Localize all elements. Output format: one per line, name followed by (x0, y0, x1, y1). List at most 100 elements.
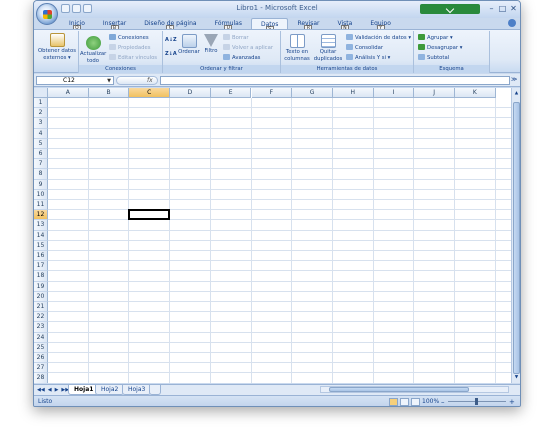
consolidate-button[interactable]: Consolidar (346, 44, 383, 52)
tab-equipo[interactable]: EquipoY (361, 18, 400, 32)
properties-button[interactable]: Propiedades (109, 44, 151, 52)
insert-sheet-icon[interactable] (149, 385, 161, 395)
row-header[interactable]: 27 (34, 363, 48, 374)
sheet-nav-icon[interactable]: ◀ (48, 387, 52, 393)
subtotal-button[interactable]: Subtotal (418, 54, 449, 62)
row-header[interactable]: 14 (34, 230, 48, 241)
row-header[interactable]: 2 (34, 108, 48, 119)
row-header[interactable]: 10 (34, 189, 48, 200)
clear-button[interactable]: Borrar (223, 34, 249, 42)
remove-duplicates-button[interactable]: Quitar duplicados (313, 34, 343, 62)
tab-f-rmulas[interactable]: FórmulasU (206, 18, 251, 32)
select-all-button[interactable] (34, 88, 48, 98)
name-box[interactable]: C12 ▼ (36, 76, 114, 85)
sort-descending-button[interactable]: Z↓A (165, 51, 177, 58)
sheet-tab[interactable]: Hoja3 (122, 385, 152, 395)
text-to-columns-button[interactable]: Texto en columnas (283, 34, 311, 62)
chevron-down-icon[interactable]: ▼ (107, 77, 111, 85)
get-external-data-button[interactable]: Obtener datos externos ▾ (36, 33, 78, 61)
row-header[interactable]: 15 (34, 240, 48, 251)
minimize-button[interactable]: – (486, 3, 497, 14)
tab-datos[interactable]: DatosS (250, 18, 289, 33)
horizontal-scrollbar[interactable] (320, 386, 509, 393)
row-header[interactable]: 12 (34, 210, 48, 221)
customize-icon[interactable] (94, 4, 99, 13)
zoom-out-button[interactable]: – (441, 396, 445, 406)
maximize-button[interactable]: □ (497, 3, 508, 14)
row-header[interactable]: 3 (34, 118, 48, 129)
download-indicator[interactable] (420, 4, 480, 14)
column-header[interactable]: K (455, 88, 496, 98)
page-break-view-icon[interactable] (411, 398, 420, 406)
column-header[interactable]: B (88, 88, 130, 98)
column-header[interactable]: H (332, 88, 374, 98)
edit-links-button[interactable]: Editar vínculos (109, 54, 157, 62)
tab-dise-o-de-p-gina[interactable]: Diseño de páginaC (135, 18, 205, 32)
row-header[interactable]: 20 (34, 291, 48, 302)
sort-ascending-button[interactable]: A↓Z (165, 37, 177, 44)
formula-input[interactable] (160, 76, 510, 85)
row-header[interactable]: 7 (34, 159, 48, 170)
row-header[interactable]: 8 (34, 169, 48, 180)
tab-vista[interactable]: VistaN (329, 18, 362, 32)
row-header[interactable]: 16 (34, 251, 48, 262)
advanced-filter-button[interactable]: Avanzadas (223, 54, 260, 62)
vertical-scroll-thumb[interactable] (513, 102, 520, 374)
refresh-all-button[interactable]: Actualizar todo (80, 36, 106, 64)
connections-button[interactable]: Conexiones (109, 34, 149, 42)
column-header[interactable]: E (210, 88, 252, 98)
row-header[interactable]: 5 (34, 138, 48, 149)
row-header[interactable]: 6 (34, 149, 48, 160)
row-header[interactable]: 28 (34, 373, 48, 383)
zoom-slider-knob[interactable] (475, 398, 478, 405)
row-header[interactable]: 11 (34, 200, 48, 211)
zoom-slider[interactable] (448, 398, 506, 405)
sheet-nav-icon[interactable]: ◀◀ (37, 387, 45, 393)
tab-revisar[interactable]: RevisarR (288, 18, 328, 32)
row-header[interactable]: 21 (34, 302, 48, 313)
close-button[interactable]: ✕ (508, 3, 519, 14)
row-header[interactable]: 18 (34, 271, 48, 282)
sheet-tab[interactable]: Hoja2 (95, 385, 125, 395)
office-button[interactable] (36, 3, 58, 25)
help-icon[interactable] (508, 19, 516, 27)
row-header[interactable]: 9 (34, 179, 48, 190)
horizontal-scroll-thumb[interactable] (329, 387, 469, 392)
normal-view-icon[interactable] (389, 398, 398, 406)
page-layout-view-icon[interactable] (400, 398, 409, 406)
column-header[interactable]: G (292, 88, 333, 98)
row-header[interactable]: 17 (34, 261, 48, 272)
column-header[interactable]: A (48, 88, 89, 98)
sheet-nav-icon[interactable]: ▶ (55, 387, 59, 393)
row-header[interactable]: 26 (34, 353, 48, 364)
undo-icon[interactable] (72, 4, 81, 13)
what-if-button[interactable]: Análisis Y si ▾ (346, 54, 390, 62)
scroll-down-icon[interactable]: ▼ (513, 374, 520, 381)
scroll-up-icon[interactable]: ▲ (513, 90, 520, 97)
row-header[interactable]: 4 (34, 128, 48, 139)
row-header[interactable]: 19 (34, 281, 48, 292)
column-header[interactable]: F (251, 88, 293, 98)
row-header[interactable]: 1 (34, 98, 48, 109)
tab-inicio[interactable]: InicioO (60, 18, 94, 32)
row-header[interactable]: 25 (34, 342, 48, 353)
reapply-button[interactable]: Volver a aplicar (223, 44, 273, 52)
column-header[interactable]: C (129, 88, 171, 98)
row-header[interactable]: 24 (34, 332, 48, 343)
redo-icon[interactable] (83, 4, 92, 13)
expand-formula-icon[interactable]: ≫ (511, 76, 518, 85)
column-header[interactable]: I (373, 88, 415, 98)
filter-button[interactable]: Filtro (201, 34, 221, 55)
ungroup-button[interactable]: Desagrupar ▾ (418, 44, 462, 52)
zoom-in-button[interactable]: + (509, 396, 515, 406)
row-header[interactable]: 22 (34, 312, 48, 323)
row-header[interactable]: 13 (34, 220, 48, 231)
vertical-scrollbar[interactable]: ▲ ▼ (511, 88, 520, 383)
tab-insertar[interactable]: InsertarB (94, 18, 135, 32)
column-header[interactable]: D (170, 88, 211, 98)
active-cell[interactable] (128, 209, 171, 221)
data-validation-button[interactable]: Validación de datos ▾ (346, 34, 411, 42)
group-button[interactable]: Agrupar ▾ (418, 34, 453, 42)
row-header[interactable]: 23 (34, 322, 48, 333)
column-header[interactable]: J (414, 88, 455, 98)
